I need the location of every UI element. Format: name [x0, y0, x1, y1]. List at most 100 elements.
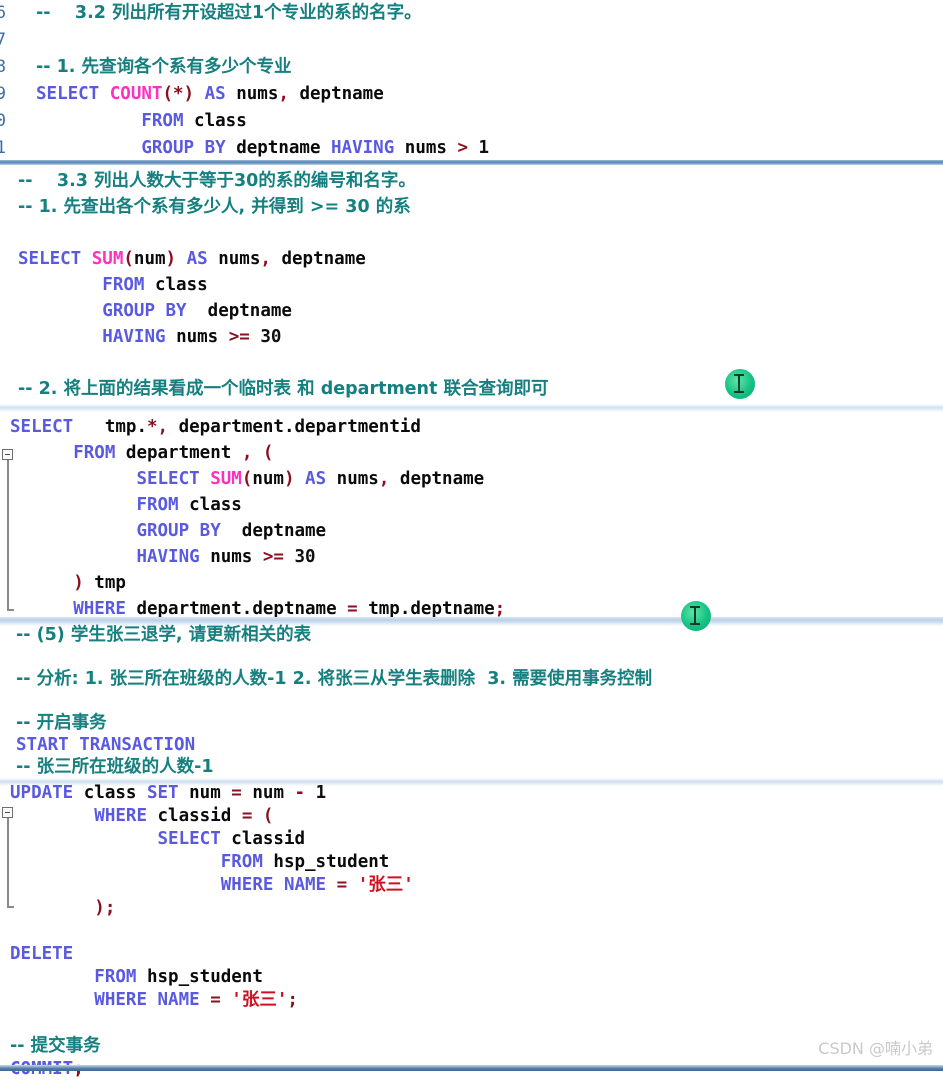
code-fold-marker-1[interactable] [2, 449, 18, 615]
code-token: , [260, 249, 271, 269]
code-token: department.deptname [136, 599, 348, 619]
code-line[interactable] [0, 220, 943, 246]
code-line[interactable]: GROUP BY deptname [0, 518, 943, 544]
code-segment-1[interactable]: 6 -- 3.2 列出所有开设超过1个专业的系的名字。 7 8 -- 1. 先查询各个… [0, 0, 943, 162]
code-line[interactable]: UPDATE class SET num = num - 1 [0, 782, 943, 805]
code-token: -- 1. 先查询各个系有多少个专业 [36, 57, 292, 77]
code-token: AS [294, 469, 337, 489]
code-line[interactable] [0, 1012, 943, 1035]
code-line[interactable] [0, 690, 943, 712]
code-token: SUM [91, 249, 124, 269]
code-token: HAVING [331, 138, 405, 158]
code-token: class [194, 111, 247, 131]
code-segment-3[interactable]: SELECT tmp.*, department.departmentid FR… [0, 414, 943, 622]
code-line[interactable]: -- 1. 先查出各个系有多少人, 并得到 >= 30 的系 [0, 194, 943, 220]
code-token: FROM [220, 852, 274, 872]
code-token: SUM [210, 469, 242, 489]
code-token: deptname [236, 138, 332, 158]
code-token: FROM [94, 967, 147, 987]
code-line[interactable]: FROM class [0, 492, 943, 518]
code-token: DELETE [10, 944, 74, 964]
code-line[interactable]: -- 2. 将上面的结果看成一个临时表 和 department 联合查询即可 [0, 376, 943, 402]
code-token: -- 1. 先查出各个系有多少人, 并得到 >= 30 的系 [18, 197, 411, 217]
code-line[interactable]: FROM hsp_student [0, 966, 943, 989]
code-segment-2[interactable]: -- 3.3 列出人数大于等于30的系的编号和名字。 -- 1. 先查出各个系有多… [0, 168, 943, 402]
code-line[interactable]: 9 SELECT COUNT(*) AS nums, deptname [0, 81, 943, 108]
code-token: hsp_student [146, 967, 263, 987]
code-line[interactable]: ); [0, 897, 943, 920]
code-token: * [146, 417, 158, 437]
code-token: GROUP BY [141, 138, 237, 158]
code-line[interactable]: GROUP BY deptname [0, 298, 943, 324]
code-line[interactable]: FROM department , ( [0, 440, 943, 466]
code-line[interactable]: -- 开启事务 [0, 712, 943, 734]
code-token: deptname [389, 469, 485, 489]
fold-stem [7, 818, 9, 908]
code-line[interactable]: DELETE [0, 943, 943, 966]
code-token: nums [236, 84, 279, 104]
code-token: ); [94, 898, 116, 918]
code-token: deptname [288, 84, 384, 104]
code-fold-marker-2[interactable] [2, 807, 18, 911]
code-segment-4[interactable]: -- (5) 学生张三退学, 请更新相关的表 -- 分析: 1. 张三所在班级的… [0, 624, 943, 778]
code-token: -- 分析: 1. 张三所在班级的人数-1 2. 将张三从学生表删除 3. 需要… [16, 669, 653, 689]
code-token: department.departmentid [168, 417, 421, 437]
window-bottom-bar [0, 1065, 943, 1071]
code-token: SELECT [157, 829, 232, 849]
code-line[interactable]: 1 GROUP BY deptname HAVING nums > 1 [0, 135, 943, 162]
code-line[interactable]: -- 分析: 1. 张三所在班级的人数-1 2. 将张三从学生表删除 3. 需要… [0, 668, 943, 690]
code-token: num [189, 783, 232, 803]
code-token: deptname [270, 249, 366, 269]
code-line[interactable] [0, 920, 943, 943]
text-ibeam-icon [690, 606, 700, 625]
code-token: num [252, 783, 295, 803]
code-line[interactable]: -- 提交事务 [0, 1035, 943, 1058]
code-line[interactable]: WHERE NAME = '张三' [0, 874, 943, 897]
code-token: deptname [197, 301, 292, 321]
code-token: COUNT [109, 84, 163, 104]
code-token: tmp.deptname [368, 599, 495, 619]
code-line[interactable]: 7 [0, 27, 943, 54]
code-line[interactable]: 6 -- 3.2 列出所有开设超过1个专业的系的名字。 [0, 0, 943, 27]
code-token: WHERE [94, 990, 158, 1010]
code-line[interactable]: WHERE NAME = '张三'; [0, 989, 943, 1012]
code-line[interactable]: HAVING nums >= 30 [0, 544, 943, 570]
code-line[interactable]: WHERE classid = ( [0, 805, 943, 828]
code-segment-5[interactable]: UPDATE class SET num = num - 1 WHERE cla… [0, 782, 943, 1081]
code-line[interactable]: HAVING nums >= 30 [0, 324, 943, 350]
code-line[interactable]: SELECT tmp.*, department.departmentid [0, 414, 943, 440]
code-line[interactable]: FROM hsp_student [0, 851, 943, 874]
code-line[interactable]: ) tmp [0, 570, 943, 596]
code-line[interactable]: SELECT classid [0, 828, 943, 851]
code-token: '张三' [357, 875, 414, 895]
fold-collapse-icon[interactable] [2, 807, 13, 818]
code-line[interactable] [0, 350, 943, 376]
code-line[interactable]: -- 3.3 列出人数大于等于30的系的编号和名字。 [0, 168, 943, 194]
code-line[interactable]: -- (5) 学生张三退学, 请更新相关的表 [0, 624, 943, 646]
fold-collapse-icon[interactable] [2, 449, 13, 460]
segment-separator-2 [0, 404, 943, 412]
code-line[interactable]: START TRANSACTION [0, 734, 943, 756]
code-line[interactable]: FROM class [0, 272, 943, 298]
code-line[interactable]: SELECT SUM(num) AS nums, deptname [0, 466, 943, 492]
code-token: = [347, 599, 369, 619]
code-token: 30 [260, 327, 282, 347]
code-line[interactable]: SELECT SUM(num) AS nums, deptname [0, 246, 943, 272]
code-line[interactable]: 8 -- 1. 先查询各个系有多少个专业 [0, 54, 943, 81]
code-token: ; [494, 599, 506, 619]
code-token: >= [262, 547, 295, 567]
code-token: classid [157, 806, 242, 826]
code-token: NAME [157, 990, 211, 1010]
code-line[interactable]: -- 张三所在班级的人数-1 [0, 756, 943, 778]
code-token: nums [210, 547, 263, 567]
code-line[interactable]: 0 FROM class [0, 108, 943, 135]
code-token: class [189, 495, 242, 515]
code-line[interactable] [0, 646, 943, 668]
